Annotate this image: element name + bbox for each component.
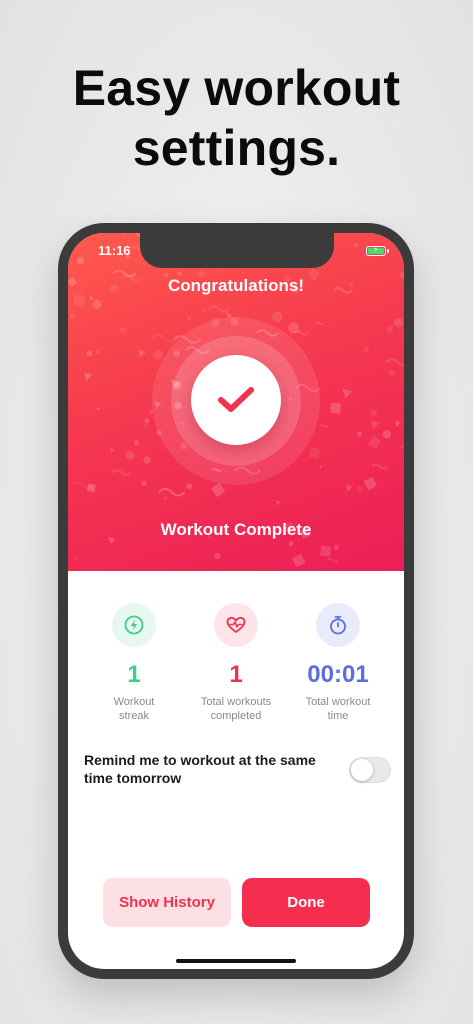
workout-complete-hero: 11:16 ⚡ Congratulations! Workout Complet… (68, 233, 404, 571)
stat-value: 1 (127, 661, 141, 688)
headline-line-2: settings. (132, 120, 341, 176)
home-indicator (176, 959, 296, 963)
congratulations-title: Congratulations! (168, 276, 304, 295)
stat-workout-streak: 1 Workout streak (79, 603, 189, 723)
checkmark-icon (218, 387, 254, 412)
heart-pulse-icon (214, 603, 258, 647)
headline-line-1: Easy workout (72, 60, 401, 116)
stat-total-workouts: 1 Total workouts completed (181, 603, 291, 723)
phone-frame: 11:16 ⚡ Congratulations! Workout Complet… (58, 223, 414, 979)
lightning-icon (112, 603, 156, 647)
workout-complete-label: Workout Complete (160, 520, 312, 539)
stat-value: 1 (229, 661, 243, 688)
stat-value: 00:01 (307, 661, 369, 688)
phone-screen: 11:16 ⚡ Congratulations! Workout Complet… (68, 233, 404, 969)
reminder-label: Remind me to workout at the same time to… (84, 752, 316, 786)
headline: Easy workout settings. (0, 58, 473, 178)
toggle-knob (351, 759, 373, 781)
status-time: 11:16 (98, 243, 131, 258)
stats-row: 1 Workout streak 1 Total workouts comple… (68, 603, 404, 723)
stat-label: Workout streak (113, 696, 155, 722)
show-history-button[interactable]: Show History (103, 878, 231, 927)
stopwatch-icon (316, 603, 360, 647)
stat-label: Total workout time (305, 696, 371, 722)
stat-total-time: 00:01 Total workout time (283, 603, 393, 723)
reminder-toggle[interactable] (349, 757, 391, 783)
done-button[interactable]: Done (242, 878, 370, 927)
battery-charging-icon: ⚡ (366, 245, 389, 256)
checkmark-badge (191, 355, 281, 445)
stat-label: Total workouts completed (200, 696, 272, 722)
phone-notch (140, 233, 334, 268)
